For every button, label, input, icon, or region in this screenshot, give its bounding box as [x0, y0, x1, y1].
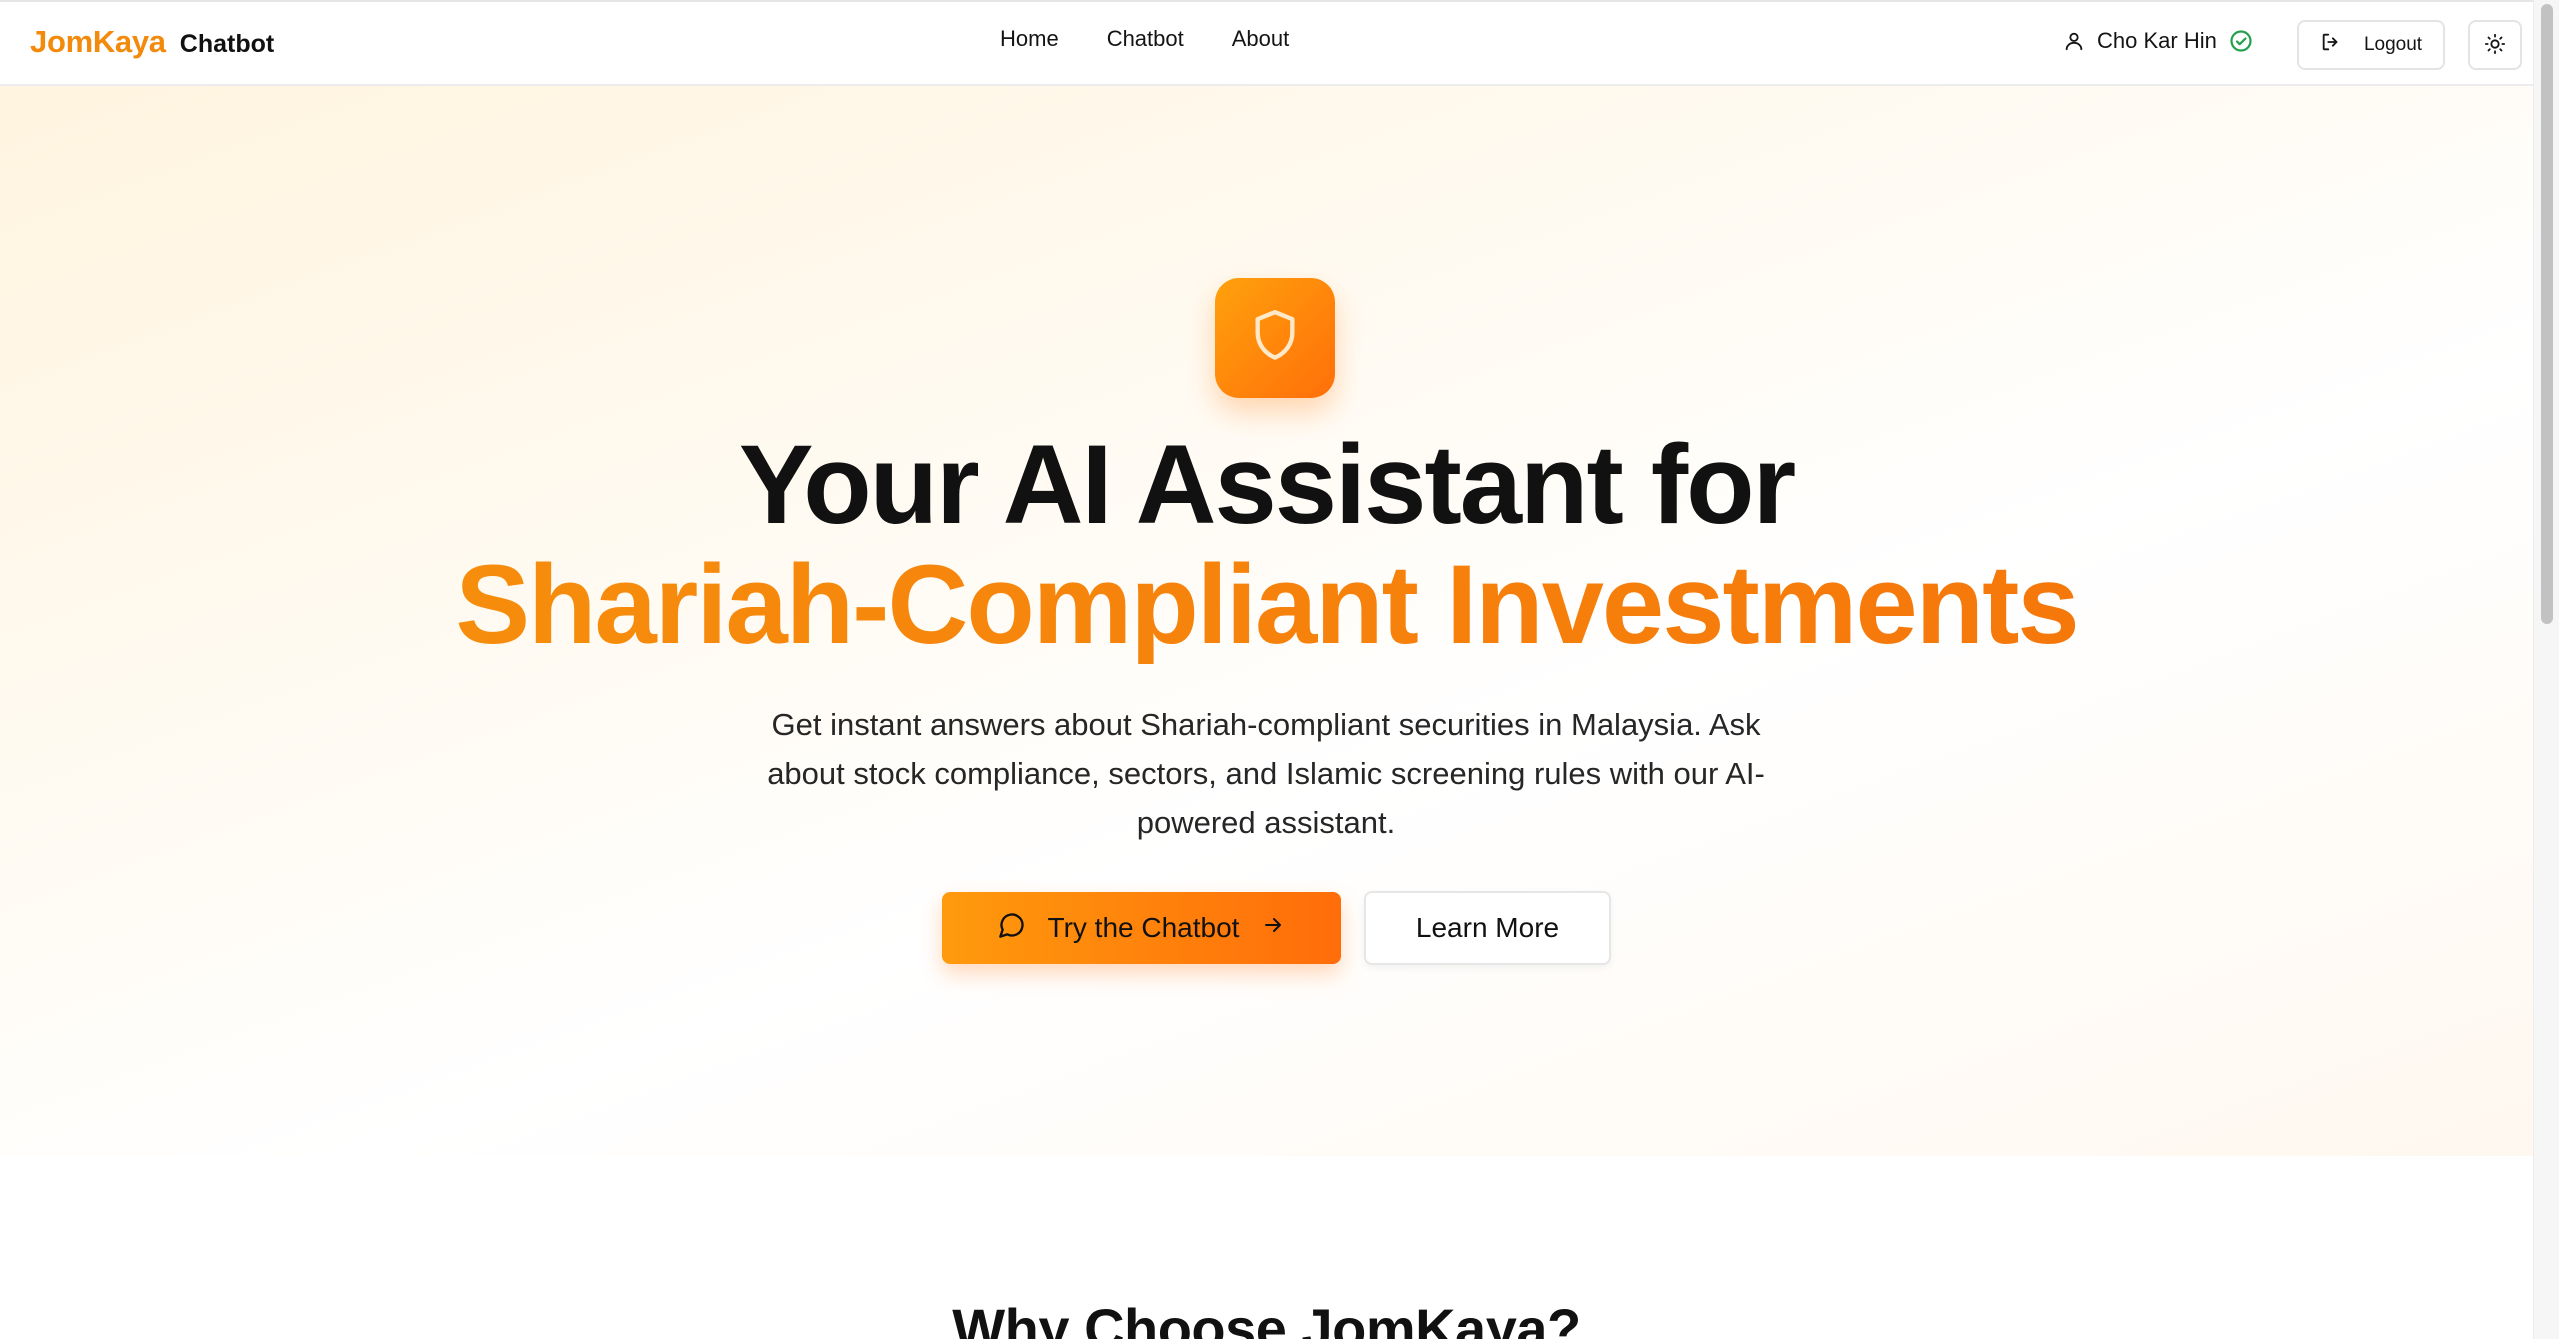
- logout-icon: [2320, 31, 2342, 59]
- logout-button[interactable]: Logout: [2297, 20, 2445, 70]
- theme-toggle-button[interactable]: [2468, 20, 2522, 70]
- main-nav: Home Chatbot About: [1000, 26, 1289, 52]
- user-name: Cho Kar Hin: [2097, 28, 2217, 53]
- hero-description: Get instant answers about Shariah-compli…: [767, 707, 1765, 840]
- check-circle-icon: [2229, 29, 2253, 53]
- arrow-right-icon: [1261, 912, 1285, 944]
- brand-name: JomKaya: [30, 24, 166, 59]
- features-title: Why Choose JomKaya?: [952, 1297, 1581, 1339]
- page-scrollbar[interactable]: [2533, 0, 2559, 1339]
- top-navbar: JomKaya Chatbot Home Chatbot About Cho K…: [0, 0, 2533, 86]
- nav-link-chatbot[interactable]: Chatbot: [1107, 26, 1184, 52]
- message-circle-icon: [998, 911, 1026, 946]
- hero-title: Your AI Assistant for: [738, 422, 1796, 547]
- user-info: Cho Kar Hin: [2063, 28, 2253, 54]
- hero-section: Your AI Assistant for Shariah-Compliant …: [0, 86, 2533, 1156]
- sun-icon: [2484, 33, 2506, 58]
- brand-logo[interactable]: JomKaya Chatbot: [30, 24, 274, 60]
- learn-more-button[interactable]: Learn More: [1364, 891, 1611, 965]
- user-icon: [2063, 30, 2085, 52]
- nav-link-about[interactable]: About: [1232, 26, 1290, 52]
- nav-link-home[interactable]: Home: [1000, 26, 1059, 52]
- logout-label: Logout: [2363, 34, 2423, 55]
- learn-more-label: Learn More: [1415, 912, 1560, 943]
- scrollbar-thumb[interactable]: [2541, 4, 2553, 624]
- try-chatbot-label: Try the Chatbot: [1047, 912, 1240, 943]
- hero-title-accent: Shariah-Compliant Investments: [0, 546, 2533, 664]
- brand-product: Chatbot: [179, 30, 275, 58]
- hero-badge: [1215, 278, 1335, 398]
- try-chatbot-button[interactable]: Try the Chatbot: [942, 892, 1341, 964]
- shield-icon: [1249, 307, 1301, 370]
